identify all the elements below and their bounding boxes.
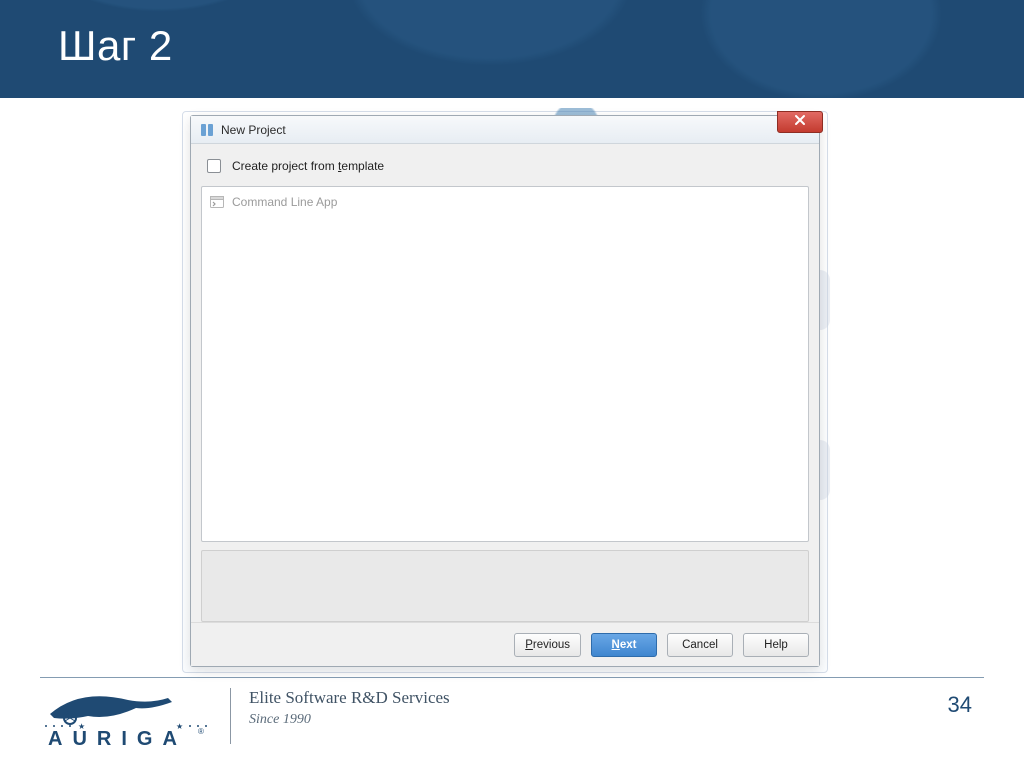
cancel-button[interactable]: Cancel (667, 633, 733, 657)
tagline-line2: Since 1990 (249, 712, 450, 728)
tagline-line1: Elite Software R&D Services (249, 688, 450, 708)
help-button[interactable]: Help (743, 633, 809, 657)
next-button[interactable]: Next (591, 633, 657, 657)
slide-header: Шаг 2 (0, 0, 1024, 98)
dialog-body: Create project from template Command Lin… (191, 144, 819, 622)
footer-rule (40, 677, 984, 678)
previous-button[interactable]: Previous (514, 633, 581, 657)
create-from-template-label: Create project from template (232, 159, 384, 173)
list-item-label: Command Line App (232, 195, 337, 209)
page-number: 34 (948, 688, 984, 718)
create-from-template-row[interactable]: Create project from template (201, 152, 809, 186)
slide-title: Шаг 2 (58, 22, 173, 70)
app-icon (199, 122, 215, 138)
dialog-titlebar[interactable]: New Project (191, 116, 819, 144)
terminal-icon (210, 196, 224, 208)
close-icon (794, 113, 806, 131)
create-from-template-checkbox[interactable] (207, 159, 221, 173)
brand-wordmark: AURIGA (48, 728, 187, 748)
dialog-title: New Project (221, 123, 286, 137)
new-project-dialog: New Project Create project from template… (190, 115, 820, 667)
close-button[interactable] (777, 111, 823, 133)
slide-footer: ★ ★ AURIGA ® Elite Software R&D Services… (40, 688, 984, 754)
dialog-button-bar: Previous Next Cancel Help (191, 622, 819, 666)
template-description (201, 550, 809, 622)
footer-tagline: Elite Software R&D Services Since 1990 (249, 688, 450, 728)
footer-separator (230, 688, 231, 744)
brand-logo: ★ ★ AURIGA ® (40, 688, 230, 753)
list-item[interactable]: Command Line App (210, 193, 800, 211)
svg-text:®: ® (198, 727, 204, 736)
template-list[interactable]: Command Line App (201, 186, 809, 542)
